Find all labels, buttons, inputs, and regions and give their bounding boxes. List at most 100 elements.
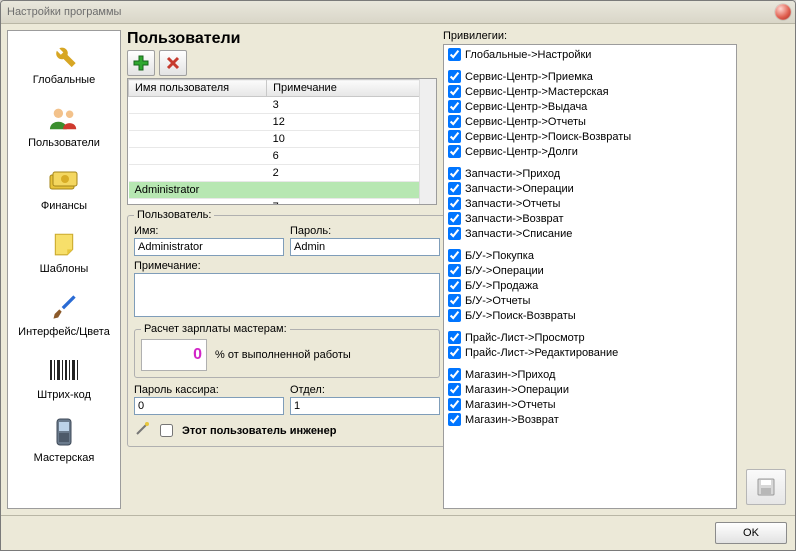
note-icon <box>48 228 80 260</box>
privilege-checkbox[interactable] <box>448 249 461 262</box>
privilege-label: Б/У->Покупка <box>465 250 534 262</box>
privilege-checkbox[interactable] <box>448 368 461 381</box>
privilege-item[interactable]: Б/У->Отчеты <box>446 293 734 308</box>
privilege-item[interactable]: Сервис-Центр->Приемка <box>446 69 734 84</box>
privilege-label: Прайс-Лист->Редактирование <box>465 347 618 359</box>
privilege-label: Глобальные->Настройки <box>465 49 591 61</box>
privilege-label: Магазин->Возврат <box>465 414 559 426</box>
privilege-item[interactable]: Магазин->Отчеты <box>446 397 734 412</box>
privilege-checkbox[interactable] <box>448 85 461 98</box>
privilege-item[interactable]: Б/У->Поиск-Возвраты <box>446 308 734 323</box>
privilege-checkbox[interactable] <box>448 398 461 411</box>
privilege-item[interactable]: Сервис-Центр->Долги <box>446 144 734 159</box>
save-button[interactable] <box>746 469 786 505</box>
cashier-pw-label: Пароль кассира: <box>134 384 284 396</box>
privilege-item[interactable]: Прайс-Лист->Редактирование <box>446 345 734 360</box>
sidebar-item-workshop[interactable]: Мастерская <box>8 409 120 472</box>
privilege-checkbox[interactable] <box>448 212 461 225</box>
col-note[interactable]: Примечание <box>267 80 436 97</box>
privilege-checkbox[interactable] <box>448 197 461 210</box>
privileges-list[interactable]: Глобальные->Настройки Сервис-Центр->Прием… <box>443 44 737 509</box>
privilege-item[interactable]: Сервис-Центр->Отчеты <box>446 114 734 129</box>
privilege-checkbox[interactable] <box>448 294 461 307</box>
privilege-item[interactable]: Запчасти->Операции <box>446 181 734 196</box>
privilege-label: Магазин->Операции <box>465 384 569 396</box>
privilege-item[interactable]: Запчасти->Возврат <box>446 211 734 226</box>
privilege-item[interactable]: Б/У->Операции <box>446 263 734 278</box>
sidebar-item-templates[interactable]: Шаблоны <box>8 220 120 283</box>
close-icon[interactable] <box>775 4 791 20</box>
sidebar-item-interface[interactable]: Интерфейс/Цвета <box>8 283 120 346</box>
privilege-item[interactable]: Сервис-Центр->Выдача <box>446 99 734 114</box>
privilege-label: Запчасти->Возврат <box>465 213 564 225</box>
privilege-checkbox[interactable] <box>448 383 461 396</box>
privilege-checkbox[interactable] <box>448 309 461 322</box>
privilege-item[interactable]: Сервис-Центр->Поиск-Возвраты <box>446 129 734 144</box>
privilege-checkbox[interactable] <box>448 70 461 83</box>
privilege-item[interactable]: Запчасти->Списание <box>446 226 734 241</box>
privilege-checkbox[interactable] <box>448 331 461 344</box>
privilege-item[interactable]: Магазин->Возврат <box>446 412 734 427</box>
table-row[interactable]: 2 <box>129 165 436 182</box>
sidebar-item-barcode[interactable]: Штрих-код <box>8 346 120 409</box>
privilege-checkbox[interactable] <box>448 130 461 143</box>
phone-icon <box>48 417 80 449</box>
privilege-item[interactable]: Магазин->Приход <box>446 367 734 382</box>
privilege-item[interactable]: Запчасти->Отчеты <box>446 196 734 211</box>
dept-input[interactable] <box>290 397 440 415</box>
sidebar-item-label: Интерфейс/Цвета <box>18 326 110 338</box>
privilege-checkbox[interactable] <box>448 413 461 426</box>
privilege-label: Сервис-Центр->Выдача <box>465 101 587 113</box>
sidebar-item-label: Шаблоны <box>40 263 89 275</box>
sidebar-item-users[interactable]: Пользователи <box>8 94 120 157</box>
settings-window: Настройки программы Глобальные Пользоват… <box>0 0 796 551</box>
footer: OK <box>1 515 795 550</box>
titlebar[interactable]: Настройки программы <box>1 1 795 24</box>
main-pane: Пользователи Имя пользователя <box>127 30 789 509</box>
wrench-icon <box>48 39 80 71</box>
table-row[interactable]: 7 <box>129 199 436 206</box>
table-row[interactable]: 6 <box>129 148 436 165</box>
privilege-checkbox[interactable] <box>448 115 461 128</box>
sidebar-item-global[interactable]: Глобальные <box>8 31 120 94</box>
sidebar-item-finance[interactable]: Финансы <box>8 157 120 220</box>
privilege-item[interactable]: Магазин->Операции <box>446 382 734 397</box>
engineer-checkbox[interactable] <box>160 424 173 437</box>
privilege-checkbox[interactable] <box>448 167 461 180</box>
add-user-button[interactable] <box>127 50 155 76</box>
privilege-checkbox[interactable] <box>448 48 461 61</box>
privilege-item[interactable]: Запчасти->Приход <box>446 166 734 181</box>
table-row[interactable]: 12 <box>129 114 436 131</box>
privilege-item[interactable]: Б/У->Продажа <box>446 278 734 293</box>
privilege-label: Б/У->Отчеты <box>465 295 530 307</box>
table-row[interactable]: Administrator <box>129 182 436 199</box>
privilege-item[interactable]: Глобальные->Настройки <box>446 47 734 62</box>
grid-scrollbar[interactable] <box>419 79 436 204</box>
privilege-label: Б/У->Поиск-Возвраты <box>465 310 576 322</box>
cashier-pw-input[interactable] <box>134 397 284 415</box>
privilege-item[interactable]: Б/У->Покупка <box>446 248 734 263</box>
privilege-checkbox[interactable] <box>448 145 461 158</box>
users-grid[interactable]: Имя пользователя Примечание 3121062Admin… <box>127 78 437 205</box>
privilege-checkbox[interactable] <box>448 100 461 113</box>
salary-value[interactable]: 0 <box>141 339 207 371</box>
privilege-checkbox[interactable] <box>448 182 461 195</box>
money-icon <box>48 165 80 197</box>
password-input[interactable] <box>290 238 440 256</box>
privilege-item[interactable]: Сервис-Центр->Мастерская <box>446 84 734 99</box>
privilege-item[interactable]: Прайс-Лист->Просмотр <box>446 330 734 345</box>
table-row[interactable]: 3 <box>129 97 436 114</box>
privilege-checkbox[interactable] <box>448 279 461 292</box>
table-row[interactable]: 10 <box>129 131 436 148</box>
user-legend: Пользователь: <box>134 209 214 221</box>
name-input[interactable] <box>134 238 284 256</box>
delete-user-button[interactable] <box>159 50 187 76</box>
note-input[interactable] <box>134 273 440 317</box>
col-username[interactable]: Имя пользователя <box>129 80 267 97</box>
privilege-checkbox[interactable] <box>448 346 461 359</box>
ok-button[interactable]: OK <box>715 522 787 544</box>
privilege-label: Сервис-Центр->Приемка <box>465 71 593 83</box>
privilege-checkbox[interactable] <box>448 264 461 277</box>
sidebar-item-label: Пользователи <box>28 137 100 149</box>
privilege-checkbox[interactable] <box>448 227 461 240</box>
